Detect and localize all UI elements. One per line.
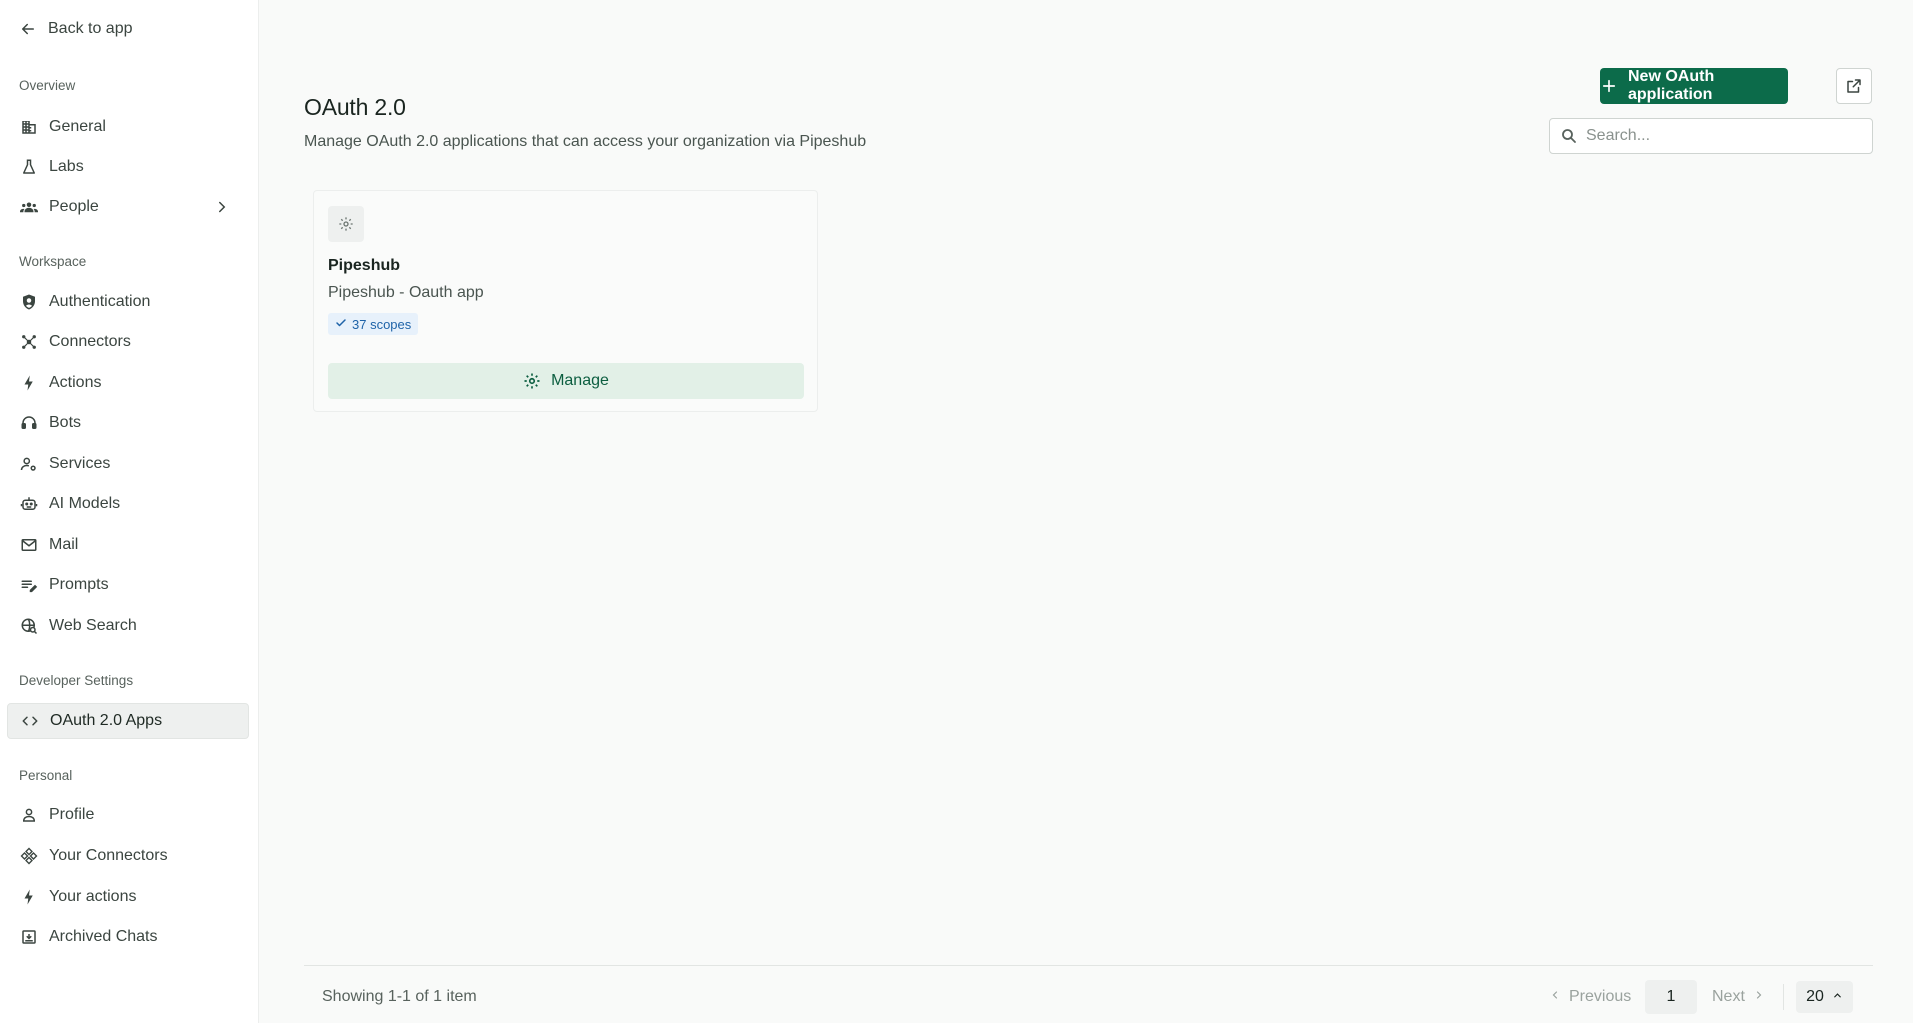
sidebar-item-label: Prompts bbox=[49, 576, 109, 593]
sidebar-item-label: AI Models bbox=[49, 495, 121, 512]
next-label: Next bbox=[1712, 988, 1745, 1005]
sidebar-item-mail[interactable]: Mail bbox=[7, 527, 249, 563]
sidebar-item-connectors[interactable]: Connectors bbox=[7, 324, 249, 360]
app-name: Pipeshub bbox=[328, 257, 401, 274]
sidebar-item-archived-chats[interactable]: Archived Chats bbox=[7, 919, 249, 955]
building-icon bbox=[20, 118, 38, 136]
sidebar-item-label: Actions bbox=[49, 374, 102, 391]
manage-button[interactable]: Manage bbox=[328, 363, 804, 399]
pagination-summary: Showing 1-1 of 1 item bbox=[322, 988, 477, 1005]
section-personal: Personal bbox=[19, 768, 73, 783]
sidebar-item-general[interactable]: General bbox=[7, 109, 249, 145]
sidebar-item-prompts[interactable]: Prompts bbox=[7, 567, 249, 603]
sidebar-item-label: Labs bbox=[49, 158, 84, 175]
sidebar-item-authentication[interactable]: Authentication bbox=[7, 284, 249, 320]
sidebar-item-label: Archived Chats bbox=[49, 928, 158, 945]
diamond-network-icon bbox=[20, 847, 38, 865]
sidebar-item-label: OAuth 2.0 Apps bbox=[50, 712, 163, 729]
previous-page-button[interactable]: Previous bbox=[1549, 988, 1631, 1006]
sidebar-item-label: Web Search bbox=[49, 617, 137, 634]
sidebar-item-label: Connectors bbox=[49, 333, 131, 350]
scopes-label: 37 scopes bbox=[352, 316, 412, 332]
section-developer-settings: Developer Settings bbox=[19, 673, 134, 688]
page-size-select[interactable]: 20 bbox=[1796, 981, 1853, 1013]
app-description: Pipeshub - Oauth app bbox=[328, 284, 484, 301]
sidebar-item-ai-models[interactable]: AI Models bbox=[7, 486, 249, 522]
back-to-app-link[interactable]: Back to app bbox=[19, 20, 133, 38]
archive-icon bbox=[20, 928, 38, 946]
next-page-button[interactable]: Next bbox=[1712, 988, 1765, 1006]
robot-icon bbox=[20, 495, 38, 513]
connectors-icon bbox=[20, 333, 38, 351]
flask-icon bbox=[20, 158, 38, 176]
headset-icon bbox=[20, 414, 38, 432]
external-link-icon bbox=[1845, 77, 1863, 95]
manage-label: Manage bbox=[551, 372, 609, 389]
footer-divider bbox=[304, 965, 1873, 966]
sidebar-item-labs[interactable]: Labs bbox=[7, 149, 249, 185]
sidebar-item-oauth-apps[interactable]: OAuth 2.0 Apps bbox=[7, 703, 249, 739]
chevron-right-icon bbox=[1753, 988, 1765, 1006]
settings-sidebar: Back to app Overview General Labs People… bbox=[0, 0, 259, 1023]
new-oauth-application-label: New OAuth application bbox=[1628, 68, 1715, 103]
scopes-badge: 37 scopes bbox=[328, 313, 419, 335]
code-icon bbox=[21, 712, 39, 730]
edit-notes-icon bbox=[20, 576, 38, 594]
user-gear-icon bbox=[20, 455, 38, 473]
sidebar-item-your-actions[interactable]: Your actions bbox=[7, 879, 249, 915]
search-icon bbox=[1560, 127, 1578, 145]
chevron-left-icon bbox=[1549, 988, 1561, 1006]
sidebar-item-profile[interactable]: Profile bbox=[7, 797, 249, 833]
pagination-divider bbox=[1783, 984, 1784, 1010]
main-content: OAuth 2.0 Manage OAuth 2.0 applications … bbox=[260, 0, 1913, 1023]
bolt-icon bbox=[20, 888, 38, 906]
page-subtitle: Manage OAuth 2.0 applications that can a… bbox=[304, 133, 867, 150]
search-box bbox=[1549, 118, 1873, 154]
oauth-app-card: Pipeshub Pipeshub - Oauth app 37 scopes … bbox=[313, 190, 818, 412]
sidebar-item-label: Mail bbox=[49, 536, 79, 553]
sidebar-item-label: Authentication bbox=[49, 293, 151, 310]
sidebar-item-label: Your Connectors bbox=[49, 847, 168, 864]
chevron-right-icon bbox=[213, 198, 231, 216]
page-title: OAuth 2.0 bbox=[304, 94, 406, 120]
open-external-button[interactable] bbox=[1836, 68, 1872, 104]
chevron-up-icon bbox=[1832, 988, 1843, 1006]
person-icon bbox=[20, 806, 38, 824]
new-oauth-application-button[interactable]: New OAuth application bbox=[1600, 68, 1788, 104]
sidebar-item-web-search[interactable]: Web Search bbox=[7, 608, 249, 644]
bolt-icon bbox=[20, 374, 38, 392]
sidebar-item-label: People bbox=[49, 198, 99, 215]
sidebar-item-your-connectors[interactable]: Your Connectors bbox=[7, 838, 249, 874]
shield-icon bbox=[20, 293, 38, 311]
section-overview: Overview bbox=[19, 78, 76, 93]
sidebar-item-actions[interactable]: Actions bbox=[7, 365, 249, 401]
sidebar-item-bots[interactable]: Bots bbox=[7, 405, 249, 441]
gear-icon bbox=[523, 372, 541, 390]
current-page-button[interactable]: 1 bbox=[1645, 980, 1697, 1014]
sidebar-item-people[interactable]: People bbox=[7, 189, 249, 225]
sidebar-item-label: General bbox=[49, 118, 106, 135]
check-icon bbox=[335, 317, 347, 332]
globe-search-icon bbox=[20, 617, 38, 635]
sidebar-item-label: Profile bbox=[49, 806, 95, 823]
app-settings-icon bbox=[328, 206, 364, 242]
sidebar-item-services[interactable]: Services bbox=[7, 446, 249, 482]
section-workspace: Workspace bbox=[19, 254, 87, 269]
sidebar-item-label: Your actions bbox=[49, 888, 137, 905]
back-to-app-label: Back to app bbox=[48, 20, 133, 37]
mail-icon bbox=[20, 536, 38, 554]
sidebar-item-label: Services bbox=[49, 455, 111, 472]
sidebar-item-label: Bots bbox=[49, 414, 82, 431]
page-size-value: 20 bbox=[1806, 988, 1824, 1005]
plus-icon bbox=[1600, 77, 1618, 95]
search-input[interactable] bbox=[1586, 127, 1866, 145]
previous-label: Previous bbox=[1569, 988, 1632, 1005]
arrow-left-icon bbox=[19, 20, 37, 38]
people-icon bbox=[20, 198, 38, 216]
